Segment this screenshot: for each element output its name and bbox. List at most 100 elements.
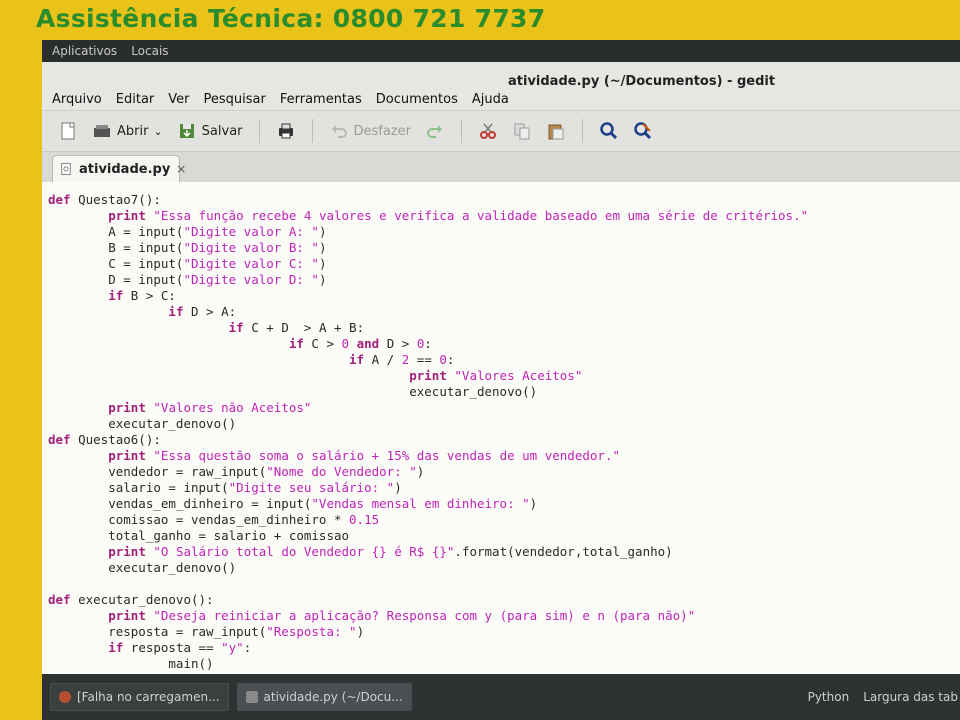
code-line[interactable]: resposta = raw_input("Resposta: ") bbox=[48, 624, 960, 640]
code-line[interactable]: if resposta == "y": bbox=[48, 640, 960, 656]
tab-width-selector[interactable]: Largura das tab bbox=[863, 690, 958, 704]
text-editor-icon bbox=[245, 691, 258, 703]
code-string: "y" bbox=[221, 640, 244, 655]
code-string: "Digite valor B: " bbox=[183, 240, 319, 255]
tab-label: atividade.py bbox=[79, 161, 171, 177]
code-line[interactable]: salario = input("Digite seu salário: ") bbox=[48, 480, 960, 496]
bezel-label: Assistência Técnica: 0800 721 7737 bbox=[36, 4, 546, 33]
code-line[interactable]: B = input("Digite valor B: ") bbox=[48, 240, 960, 256]
code-token: ) bbox=[356, 624, 365, 639]
code-token: vendedor = raw_input( bbox=[48, 464, 267, 479]
code-line[interactable]: def Questao6(): bbox=[48, 432, 960, 448]
taskbar-item-browser[interactable]: [Falha no carregamen... bbox=[50, 683, 229, 711]
new-document-button[interactable] bbox=[54, 118, 82, 144]
code-keyword: print bbox=[409, 368, 447, 383]
close-icon[interactable]: × bbox=[176, 162, 186, 176]
search-icon bbox=[599, 121, 619, 141]
search-button[interactable] bbox=[595, 118, 623, 144]
code-line[interactable]: C = input("Digite valor C: ") bbox=[48, 256, 960, 272]
code-token: D > A: bbox=[183, 304, 237, 319]
code-line[interactable]: def executar_denovo(): bbox=[48, 592, 960, 608]
code-line[interactable]: vendas_em_dinheiro = input("Vendas mensa… bbox=[48, 496, 960, 512]
code-string: "Essa questão soma o salário + 15% das v… bbox=[153, 448, 620, 463]
taskbar-item-label: atividade.py (~/Docu... bbox=[263, 690, 403, 704]
menu-pesquisar[interactable]: Pesquisar bbox=[204, 92, 266, 107]
code-line[interactable]: print "Essa função recebe 4 valores e ve… bbox=[48, 208, 960, 224]
menu-ferramentas[interactable]: Ferramentas bbox=[280, 92, 362, 107]
code-line[interactable]: if B > C: bbox=[48, 288, 960, 304]
tab-atividade[interactable]: atividade.py × bbox=[52, 155, 186, 182]
code-line[interactable]: def Questao7(): bbox=[48, 192, 960, 208]
code-token: vendas_em_dinheiro = input( bbox=[48, 496, 312, 511]
code-number: 0 bbox=[341, 336, 350, 351]
code-line[interactable] bbox=[48, 576, 960, 592]
code-keyword: print bbox=[108, 208, 146, 223]
menu-ajuda[interactable]: Ajuda bbox=[472, 92, 509, 107]
code-line[interactable]: print "Valores Aceitos" bbox=[48, 368, 960, 384]
code-line[interactable]: vendedor = raw_input("Nome do Vendedor: … bbox=[48, 464, 960, 480]
code-line[interactable]: A = input("Digite valor A: ") bbox=[48, 224, 960, 240]
code-line[interactable]: print "O Salário total do Vendedor {} é … bbox=[48, 544, 960, 560]
code-line[interactable]: print "Valores não Aceitos" bbox=[48, 400, 960, 416]
code-line[interactable]: executar_denovo() bbox=[48, 560, 960, 576]
redo-icon bbox=[425, 121, 445, 141]
menu-ver[interactable]: Ver bbox=[168, 92, 189, 107]
save-button[interactable]: Salvar bbox=[173, 118, 247, 144]
code-token: executar_denovo(): bbox=[70, 592, 214, 607]
code-line[interactable]: if C > 0 and D > 0: bbox=[48, 336, 960, 352]
menu-arquivo[interactable]: Arquivo bbox=[52, 92, 102, 107]
open-button[interactable]: Abrir ⌄ bbox=[88, 118, 167, 144]
code-line[interactable]: executar_denovo() bbox=[48, 384, 960, 400]
code-line[interactable]: if A / 2 == 0: bbox=[48, 352, 960, 368]
cut-button[interactable] bbox=[474, 118, 502, 144]
code-token: : bbox=[424, 336, 432, 351]
copy-button[interactable] bbox=[508, 118, 536, 144]
toolbar: Abrir ⌄ Salvar Desfazer bbox=[42, 111, 960, 152]
screen: Aplicativos Locais atividade.py (~/Docum… bbox=[42, 40, 960, 720]
find-replace-button[interactable] bbox=[629, 118, 657, 144]
code-line[interactable]: comissao = vendas_em_dinheiro * 0.15 bbox=[48, 512, 960, 528]
taskbar-item-gedit[interactable]: atividade.py (~/Docu... bbox=[236, 683, 412, 711]
menu-documentos[interactable]: Documentos bbox=[376, 92, 458, 107]
code-line[interactable]: if D > A: bbox=[48, 304, 960, 320]
undo-icon bbox=[329, 121, 349, 141]
code-text[interactable]: def Questao7(): print "Essa função receb… bbox=[42, 182, 960, 674]
menu-editar[interactable]: Editar bbox=[116, 92, 155, 107]
code-line[interactable]: print "Essa questão soma o salário + 15%… bbox=[48, 448, 960, 464]
code-string: "Resposta: " bbox=[266, 624, 357, 639]
code-keyword: and bbox=[356, 336, 380, 351]
code-token: ) bbox=[416, 464, 425, 479]
code-editor[interactable]: def Questao7(): print "Essa função receb… bbox=[42, 182, 960, 674]
code-keyword: def bbox=[48, 192, 71, 207]
paste-button[interactable] bbox=[542, 118, 570, 144]
print-button[interactable] bbox=[272, 118, 300, 144]
code-token: B > C: bbox=[123, 288, 176, 303]
applications-menu[interactable]: Aplicativos bbox=[52, 44, 117, 58]
window-titlebar: atividade.py (~/Documentos) - gedit Arqu… bbox=[42, 62, 960, 111]
toolbar-separator bbox=[582, 119, 584, 143]
code-token: main() bbox=[48, 656, 214, 671]
chevron-down-icon[interactable]: ⌄ bbox=[153, 125, 162, 138]
code-line[interactable]: D = input("Digite valor D: ") bbox=[48, 272, 960, 288]
code-line[interactable]: total_ganho = salario + comissao bbox=[48, 528, 960, 544]
undo-button[interactable]: Desfazer bbox=[325, 118, 416, 144]
code-keyword: print bbox=[108, 608, 146, 623]
code-line[interactable]: if C + D > A + B: bbox=[48, 320, 960, 336]
code-token: salario = input( bbox=[48, 480, 229, 495]
code-string: "Deseja reiniciar a aplicação? Responsa … bbox=[153, 608, 696, 623]
places-menu[interactable]: Locais bbox=[131, 44, 168, 58]
code-line[interactable]: print "Deseja reiniciar a aplicação? Res… bbox=[48, 608, 960, 624]
code-line[interactable]: main() bbox=[48, 656, 960, 672]
code-token: B = input( bbox=[48, 240, 184, 255]
language-selector[interactable]: Python bbox=[808, 690, 850, 704]
code-token: comissao = vendas_em_dinheiro * bbox=[48, 512, 350, 527]
code-line[interactable]: executar_denovo() bbox=[48, 416, 960, 432]
code-string: "Digite valor C: " bbox=[183, 256, 319, 271]
redo-button[interactable] bbox=[421, 118, 449, 144]
